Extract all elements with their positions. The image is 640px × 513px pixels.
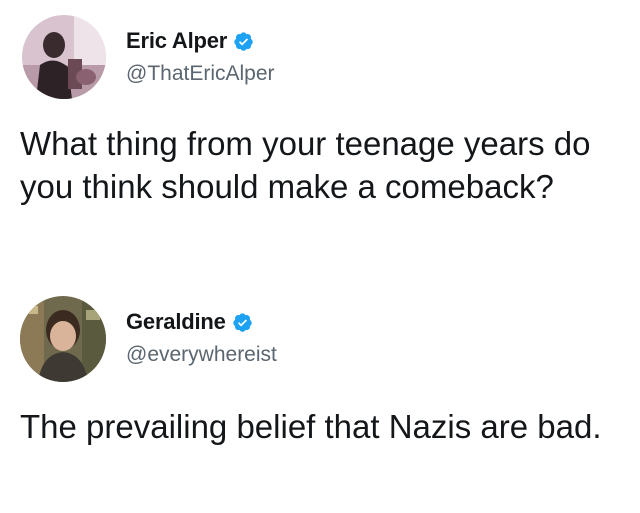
avatar-geraldine[interactable] — [20, 296, 106, 382]
name-row: Geraldine — [126, 309, 253, 335]
tweet-text: What thing from your teenage years do yo… — [20, 125, 591, 205]
handle[interactable]: @everywhereist — [126, 343, 277, 367]
verified-badge-icon — [234, 31, 253, 51]
profile-photo-icon — [22, 15, 106, 99]
display-name[interactable]: Eric Alper — [126, 28, 227, 54]
name-row: Eric Alper — [126, 28, 254, 54]
tweet-text: The prevailing belief that Nazis are bad… — [20, 408, 602, 445]
profile-photo-icon — [20, 296, 106, 382]
display-name[interactable]: Geraldine — [126, 309, 226, 335]
avatar-eric-alper[interactable] — [22, 15, 106, 99]
handle[interactable]: @ThatEricAlper — [126, 62, 275, 86]
verified-badge-icon — [233, 312, 252, 332]
